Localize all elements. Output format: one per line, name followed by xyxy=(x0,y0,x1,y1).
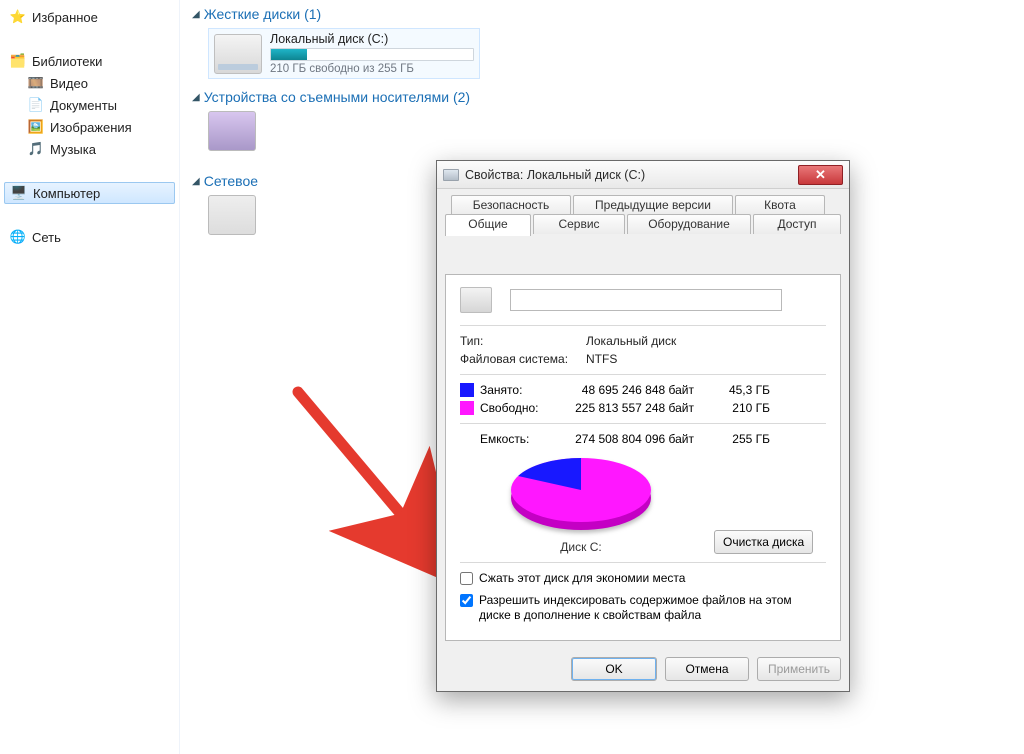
index-checkbox[interactable] xyxy=(460,594,473,607)
dialog-title: Свойства: Локальный диск (C:) xyxy=(465,168,792,182)
dialog-button-bar: OK Отмена Применить xyxy=(437,649,849,691)
tab-general-pane: Тип: Локальный диск Файловая система: NTFS… xyxy=(445,274,841,641)
usage-pie-chart xyxy=(501,450,661,536)
music-icon: 🎵 xyxy=(28,141,44,157)
collapse-arrow-icon: ◢ xyxy=(192,176,200,187)
compress-label[interactable]: Сжать этот диск для экономии места xyxy=(479,571,685,587)
documents-icon: 📄 xyxy=(28,97,44,113)
close-button[interactable]: ✕ xyxy=(798,165,843,185)
libraries-icon: 🗂️ xyxy=(10,53,26,69)
dialog-titlebar[interactable]: Свойства: Локальный диск (C:) ✕ xyxy=(437,161,849,189)
nav-network-label: Сеть xyxy=(32,230,61,245)
drive-label-input[interactable] xyxy=(510,289,782,311)
tab-access[interactable]: Доступ xyxy=(753,214,841,234)
used-key: Занято: xyxy=(480,383,560,397)
network-drive-icon[interactable] xyxy=(208,195,256,235)
ok-button[interactable]: OK xyxy=(571,657,657,681)
nav-images-label: Изображения xyxy=(50,120,132,135)
section-hdd-label: Жесткие диски (1) xyxy=(204,6,322,22)
network-icon: 🌐 xyxy=(10,229,26,245)
nav-music[interactable]: 🎵 Музыка xyxy=(0,138,179,160)
tab-general[interactable]: Общие xyxy=(445,214,531,236)
cancel-button[interactable]: Отмена xyxy=(665,657,749,681)
nav-images[interactable]: 🖼️ Изображения xyxy=(0,116,179,138)
floppy-drive-icon[interactable] xyxy=(208,111,256,151)
star-icon: ⭐ xyxy=(10,9,26,25)
used-swatch-icon xyxy=(460,383,474,397)
hard-drive-icon xyxy=(214,34,262,74)
nav-computer-label: Компьютер xyxy=(33,186,100,201)
section-hdd[interactable]: ◢ Жесткие диски (1) xyxy=(192,6,1016,22)
used-bytes: 48 695 246 848 байт xyxy=(560,383,710,397)
disk-cleanup-button[interactable]: Очистка диска xyxy=(714,530,813,554)
free-key: Свободно: xyxy=(480,401,560,415)
computer-icon: 🖥️ xyxy=(11,185,27,201)
nav-computer[interactable]: 🖥️ Компьютер xyxy=(4,182,175,204)
type-val: Локальный диск xyxy=(586,334,676,348)
section-removable-label: Устройства со съемными носителями (2) xyxy=(204,89,470,105)
nav-favorites[interactable]: ⭐ Избранное xyxy=(0,6,179,28)
collapse-arrow-icon: ◢ xyxy=(192,92,200,103)
fs-key: Файловая система: xyxy=(460,352,578,366)
nav-libraries-label: Библиотеки xyxy=(32,54,102,69)
collapse-arrow-icon: ◢ xyxy=(192,9,200,20)
explorer-nav-pane: ⭐ Избранное 🗂️ Библиотеки 🎞️ Видео 📄 Док… xyxy=(0,0,180,754)
explorer-content: ◢ Жесткие диски (1) Локальный диск (C:) … xyxy=(180,0,1024,754)
video-icon: 🎞️ xyxy=(28,75,44,91)
free-bytes: 225 813 557 248 байт xyxy=(560,401,710,415)
nav-video-label: Видео xyxy=(50,76,88,91)
properties-dialog: Свойства: Локальный диск (C:) ✕ Безопасн… xyxy=(436,160,850,692)
drive-c-tile[interactable]: Локальный диск (C:) 210 ГБ свободно из 2… xyxy=(208,28,480,79)
drive-c-stat: 210 ГБ свободно из 255 ГБ xyxy=(270,63,474,75)
nav-libraries[interactable]: 🗂️ Библиотеки xyxy=(0,50,179,72)
drive-c-name: Локальный диск (C:) xyxy=(270,32,474,46)
tab-hardware[interactable]: Оборудование xyxy=(627,214,751,234)
cap-key: Емкость: xyxy=(480,432,560,446)
cap-human: 255 ГБ xyxy=(710,432,770,446)
drive-c-usage-bar xyxy=(270,48,474,61)
nav-music-label: Музыка xyxy=(50,142,96,157)
drive-icon xyxy=(460,287,492,313)
tab-previous-versions[interactable]: Предыдущие версии xyxy=(573,195,733,215)
images-icon: 🖼️ xyxy=(28,119,44,135)
tab-security[interactable]: Безопасность xyxy=(451,195,571,215)
index-label[interactable]: Разрешить индексировать содержимое файло… xyxy=(479,593,826,624)
pie-label: Диск C: xyxy=(560,540,601,554)
nav-documents[interactable]: 📄 Документы xyxy=(0,94,179,116)
apply-button[interactable]: Применить xyxy=(757,657,841,681)
section-removable[interactable]: ◢ Устройства со съемными носителями (2) xyxy=(192,89,1016,105)
cap-bytes: 274 508 804 096 байт xyxy=(560,432,710,446)
nav-documents-label: Документы xyxy=(50,98,117,113)
type-key: Тип: xyxy=(460,334,578,348)
tab-service[interactable]: Сервис xyxy=(533,214,625,234)
tab-quota[interactable]: Квота xyxy=(735,195,825,215)
nav-favorites-label: Избранное xyxy=(32,10,98,25)
free-swatch-icon xyxy=(460,401,474,415)
used-human: 45,3 ГБ xyxy=(710,383,770,397)
compress-checkbox[interactable] xyxy=(460,572,473,585)
drive-icon xyxy=(443,169,459,181)
close-icon: ✕ xyxy=(815,167,826,183)
tab-strip: Безопасность Предыдущие версии Квота Общ… xyxy=(445,195,841,235)
fs-val: NTFS xyxy=(586,352,617,366)
section-network-loc-label: Сетевое xyxy=(204,173,258,189)
nav-network[interactable]: 🌐 Сеть xyxy=(0,226,179,248)
free-human: 210 ГБ xyxy=(710,401,770,415)
nav-video[interactable]: 🎞️ Видео xyxy=(0,72,179,94)
